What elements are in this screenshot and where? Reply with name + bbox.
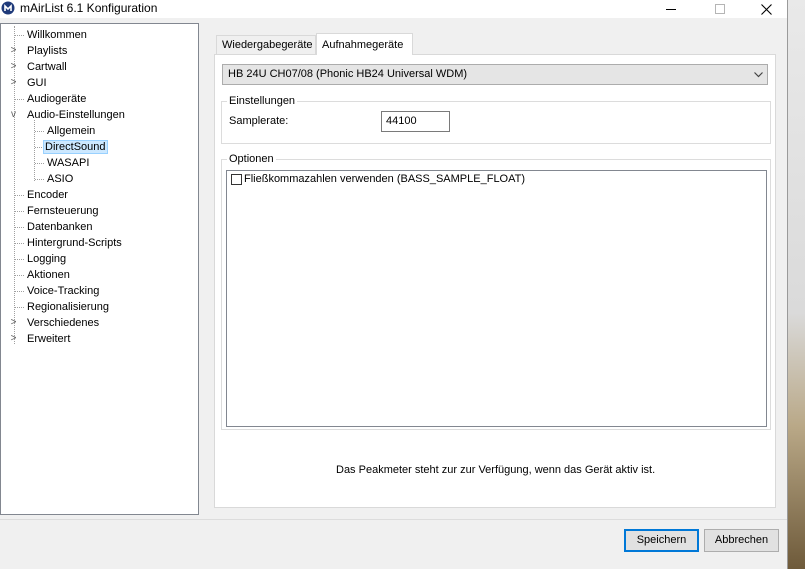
tree-item-label: Encoder (27, 189, 68, 201)
tree-item-voice-tracking[interactable]: Voice-Tracking (25, 283, 101, 299)
tree-line (15, 291, 24, 292)
expand-icon[interactable]: > (9, 315, 18, 331)
tree-item-label: ASIO (47, 173, 74, 185)
float-checkbox[interactable] (231, 174, 242, 185)
tree-item-label: Aktionen (27, 269, 70, 281)
tree-item-encoder[interactable]: Encoder (25, 187, 70, 203)
float-checkbox-label[interactable]: Fließkommazahlen verwenden (BASS_SAMPLE_… (244, 172, 525, 186)
tree-line (15, 195, 24, 196)
tree-item-erweitert[interactable]: Erweitert (25, 331, 72, 347)
tree-item-gui[interactable]: GUI (25, 75, 49, 91)
tree-item-hintergrund-scripts[interactable]: Hintergrund-Scripts (25, 235, 124, 251)
tree-item-label: Cartwall (27, 61, 67, 73)
tree-item-wasapi[interactable]: WASAPI (45, 155, 91, 171)
save-button[interactable]: Speichern (624, 529, 699, 552)
tree-item-label: Hintergrund-Scripts (27, 237, 122, 249)
device-select[interactable]: HB 24U CH07/08 (Phonic HB24 Universal WD… (222, 64, 768, 85)
maximize-icon (715, 4, 725, 14)
tree-line (15, 211, 24, 212)
expand-icon[interactable]: > (9, 331, 18, 347)
footer-separator (0, 519, 787, 520)
minimize-icon (666, 9, 676, 10)
tree-item-audio-einstellungen[interactable]: Audio-Einstellungen (25, 107, 127, 123)
cancel-button[interactable]: Abbrechen (704, 529, 779, 552)
tab-wiedergabegeraete[interactable]: Wiedergabegeräte (216, 35, 316, 55)
tree-item-fernsteuerung[interactable]: Fernsteuerung (25, 203, 101, 219)
samplerate-label: Samplerate: (229, 115, 289, 127)
tree-item-asio[interactable]: ASIO (45, 171, 75, 187)
tree-line (15, 35, 24, 36)
tree-line (15, 227, 24, 228)
tree-line (35, 163, 44, 164)
device-select-value: HB 24U CH07/08 (Phonic HB24 Universal WD… (228, 68, 468, 80)
window-title: mAirList 6.1 Konfiguration (20, 1, 158, 15)
config-window: mAirList 6.1 Konfiguration Willkommen > … (0, 0, 788, 569)
tree-item-label: WASAPI (47, 157, 90, 169)
tree-item-cartwall[interactable]: Cartwall (25, 59, 69, 75)
tree-line (34, 120, 35, 181)
expand-icon[interactable]: > (9, 75, 18, 91)
expand-icon[interactable]: > (9, 43, 18, 59)
title-bar: mAirList 6.1 Konfiguration (0, 0, 787, 18)
tree-item-label: Allgemein (47, 125, 96, 137)
tree-item-audiogeraete[interactable]: Audiogeräte (25, 91, 88, 107)
settings-legend: Einstellungen (227, 94, 298, 108)
config-tree[interactable]: Willkommen > Playlists > Cartwall > GUI … (0, 23, 199, 515)
tree-line (15, 259, 24, 260)
tree-item-label: Regionalisierung (27, 301, 109, 313)
close-button[interactable] (743, 0, 789, 18)
tree-item-regionalisierung[interactable]: Regionalisierung (25, 299, 111, 315)
tree-line (35, 179, 44, 180)
tree-line (15, 275, 24, 276)
maximize-button[interactable] (697, 0, 743, 18)
tree-item-label: GUI (27, 77, 47, 89)
close-icon (760, 3, 772, 15)
expand-icon[interactable]: > (9, 59, 18, 75)
options-list[interactable] (226, 170, 767, 427)
tree-item-label: Verschiedenes (27, 317, 100, 329)
tree-item-directsound[interactable]: DirectSound (43, 139, 108, 155)
tree-item-datenbanken[interactable]: Datenbanken (25, 219, 94, 235)
tree-item-label: Willkommen (27, 29, 87, 41)
tree-item-allgemein[interactable]: Allgemein (45, 123, 97, 139)
tree-line (15, 243, 24, 244)
minimize-button[interactable] (648, 0, 694, 18)
tree-item-label: Audio-Einstellungen (27, 109, 125, 121)
tree-item-label: DirectSound (43, 140, 108, 154)
tree-item-label: Playlists (27, 45, 68, 57)
tree-line (15, 307, 24, 308)
tree-item-label: Voice-Tracking (27, 285, 100, 297)
peakmeter-info: Das Peakmeter steht zur zur Verfügung, w… (336, 464, 656, 476)
tree-item-aktionen[interactable]: Aktionen (25, 267, 72, 283)
collapse-icon[interactable]: v (9, 107, 18, 123)
tab-aufnahmegeraete[interactable]: Aufnahmegeräte (316, 33, 413, 55)
chevron-down-icon (752, 65, 764, 84)
tree-item-label: Fernsteuerung (27, 205, 99, 217)
tree-line (35, 131, 44, 132)
mairlist-app-icon (1, 1, 15, 15)
tree-item-willkommen[interactable]: Willkommen (25, 27, 89, 43)
tree-item-playlists[interactable]: Playlists (25, 43, 69, 59)
tree-item-label: Logging (27, 253, 67, 265)
desktop-background (785, 0, 805, 569)
samplerate-input[interactable]: 44100 (381, 111, 450, 132)
tree-item-label: Erweitert (27, 333, 71, 345)
options-legend: Optionen (227, 152, 276, 166)
tree-item-verschiedenes[interactable]: Verschiedenes (25, 315, 101, 331)
tree-item-label: Datenbanken (27, 221, 93, 233)
tree-item-label: Audiogeräte (27, 93, 87, 105)
tree-item-logging[interactable]: Logging (25, 251, 68, 267)
tree-line (15, 99, 24, 100)
settings-group: Einstellungen (221, 94, 771, 144)
